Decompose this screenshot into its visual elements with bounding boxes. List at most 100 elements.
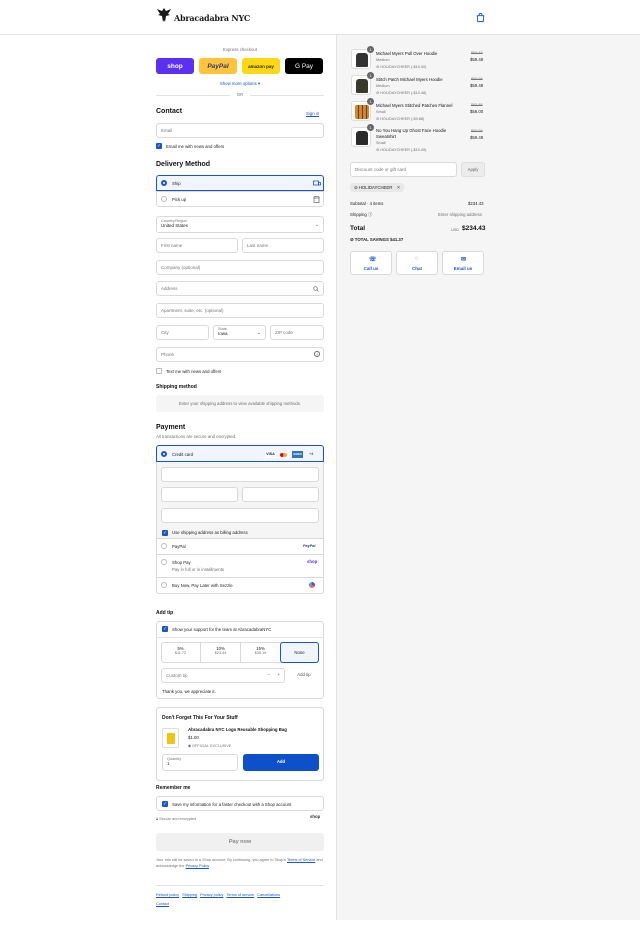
zip-input[interactable]: ZIP code bbox=[270, 325, 324, 340]
apply-button[interactable]: Apply bbox=[461, 162, 485, 177]
credit-card-option[interactable]: Credit card VISA AMEX +4 bbox=[156, 445, 324, 462]
card-expiry-input[interactable] bbox=[161, 487, 238, 502]
item-old-price: $65.88 bbox=[471, 103, 483, 107]
item-name: No You Hang Up Ghost Face Hoodie Sweatsh… bbox=[376, 128, 447, 139]
remember-checkbox[interactable]: ✓ bbox=[162, 801, 168, 807]
privacy-link[interactable]: Privacy Policy bbox=[186, 864, 209, 868]
email-placeholder: Email bbox=[161, 128, 173, 133]
shop-pay-subtitle: Pay in full or in installments bbox=[172, 567, 225, 572]
zip-placeholder: ZIP code bbox=[275, 330, 293, 335]
shop-pay-radio[interactable] bbox=[161, 559, 167, 565]
info-icon[interactable]: ⓘ bbox=[368, 212, 372, 217]
pickup-option[interactable]: Pick up bbox=[156, 191, 324, 207]
city-input[interactable]: City bbox=[156, 325, 209, 340]
shipping-link[interactable]: Shipping bbox=[182, 893, 197, 897]
paypal-option[interactable]: PayPal PayPal bbox=[156, 539, 324, 555]
credit-card-label: Credit card bbox=[172, 452, 194, 457]
shopping-bag-icon[interactable] bbox=[475, 12, 486, 23]
text-news-checkbox[interactable] bbox=[156, 368, 162, 374]
legal-text: Your info will be saved to a Shop accoun… bbox=[156, 857, 324, 869]
upsell-add-button[interactable]: Add bbox=[243, 754, 319, 771]
flannel-image bbox=[355, 105, 369, 119]
contact-link[interactable]: Contact bbox=[156, 902, 169, 906]
refund-policy-link[interactable]: Refund policy bbox=[156, 893, 179, 897]
tip-option-none[interactable]: None bbox=[280, 642, 319, 663]
tip-title: Add tip bbox=[156, 610, 174, 616]
discount-code: HOLIDAYCHEER bbox=[358, 185, 393, 190]
item-discount: ⊘ HOLIDAYCHEER (-$10.49) bbox=[376, 147, 426, 152]
ship-radio[interactable] bbox=[161, 180, 167, 186]
card-number-input[interactable] bbox=[161, 467, 319, 482]
paypal-radio[interactable] bbox=[161, 543, 167, 549]
cancellations-link[interactable]: Cancellations bbox=[257, 893, 280, 897]
apartment-input[interactable]: Apartment, suite, etc. (optional) bbox=[156, 303, 324, 318]
last-name-input[interactable]: Last name bbox=[242, 238, 324, 253]
item-discount: ⊘ HOLIDAYCHEER (-$10.00) bbox=[376, 64, 426, 69]
item-discount: ⊘ HOLIDAYCHEER (-$9.88) bbox=[376, 116, 424, 121]
email-us-button[interactable]: ✉ Email us bbox=[442, 251, 484, 275]
state-select[interactable]: State Iowa ⌄ bbox=[213, 325, 266, 340]
card-cvv-input[interactable] bbox=[242, 487, 319, 502]
close-icon[interactable]: ✕ bbox=[397, 185, 401, 190]
item-quantity: 1 bbox=[367, 46, 374, 53]
custom-tip-input[interactable]: Custom tip − + bbox=[161, 668, 285, 683]
item-discount-text: HOLIDAYCHEER (-$9.88) bbox=[380, 117, 425, 121]
shop-pay-button[interactable]: shop bbox=[156, 58, 194, 74]
ship-option[interactable]: Ship bbox=[156, 175, 324, 191]
upsell-quantity-input[interactable]: Quantity 1 bbox=[162, 754, 238, 771]
address-input[interactable]: Address bbox=[156, 281, 324, 296]
terms-of-service-link[interactable]: Terms of service bbox=[226, 893, 254, 897]
terms-link[interactable]: Terms of Service bbox=[287, 858, 315, 862]
google-pay-label: G Pay bbox=[294, 62, 314, 70]
phone-input[interactable]: Phone ? bbox=[156, 347, 324, 362]
paypal-button[interactable]: PayPal bbox=[199, 58, 237, 74]
add-tip-button[interactable]: Add tip bbox=[289, 668, 319, 683]
company-input[interactable]: Company (optional) bbox=[156, 260, 324, 275]
shop-pay-option[interactable]: Shop Pay Pay in full or in installments … bbox=[156, 555, 324, 578]
card-name-input[interactable] bbox=[161, 508, 319, 523]
currency: USD bbox=[451, 228, 460, 232]
shipping-method-title: Shipping method bbox=[156, 384, 197, 390]
chat-button[interactable]: ◌ Chat bbox=[396, 251, 438, 275]
first-name-input[interactable]: First name bbox=[156, 238, 238, 253]
truck-icon bbox=[313, 180, 321, 186]
secure-note: 🔒︎ Secure and encrypted bbox=[156, 817, 196, 821]
plus-icon[interactable]: + bbox=[277, 672, 280, 677]
google-pay-button[interactable]: G Pay bbox=[285, 58, 323, 74]
email-input[interactable]: Email bbox=[156, 123, 324, 138]
discount-input[interactable]: Discount code or gift card bbox=[350, 162, 457, 177]
privacy-policy-link[interactable]: Privacy policy bbox=[200, 893, 223, 897]
pickup-radio[interactable] bbox=[161, 196, 167, 202]
item-quantity: 1 bbox=[367, 124, 374, 131]
item-name: Stitch Patch Michael Myers Hoodie bbox=[376, 77, 443, 82]
minus-icon[interactable]: − bbox=[267, 672, 270, 677]
tip-option-5[interactable]: 5% $11.72 bbox=[161, 642, 201, 663]
tip-support-checkbox[interactable]: ✓ bbox=[162, 626, 168, 632]
sezzle-option[interactable]: Buy Now, Pay Later with Sezzle bbox=[156, 578, 324, 594]
country-value: United States bbox=[161, 223, 189, 228]
company-placeholder: Company (optional) bbox=[161, 265, 201, 270]
country-select[interactable]: Country/Region United States ⌄ bbox=[156, 216, 324, 233]
chat-label: Chat bbox=[412, 266, 422, 271]
hoodie-image bbox=[356, 131, 368, 145]
amazon-pay-button[interactable]: amazon pay bbox=[242, 58, 280, 74]
brand-logo[interactable]: Abracadabra NYC bbox=[156, 6, 250, 24]
remember-box: ✓ Save my information for a faster check… bbox=[156, 796, 324, 811]
call-us-button[interactable]: ☏ Call us bbox=[350, 251, 392, 275]
paypal-label: PayPal bbox=[207, 62, 229, 70]
show-more-options-link[interactable]: Show more options ▾ bbox=[156, 81, 324, 87]
last-name-placeholder: Last name bbox=[247, 243, 269, 248]
tip-option-10[interactable]: 10% $23.44 bbox=[201, 642, 241, 663]
sign-in-link[interactable]: Sign in bbox=[306, 111, 319, 116]
pay-now-button[interactable]: Pay now bbox=[156, 833, 324, 851]
item-price: $59.48 bbox=[470, 57, 484, 62]
express-checkout-label: Express checkout bbox=[223, 47, 257, 52]
help-icon[interactable]: ? bbox=[314, 351, 320, 357]
remember-label: Save my information for a faster checkou… bbox=[172, 802, 292, 807]
billing-same-checkbox[interactable]: ✓ bbox=[162, 530, 168, 536]
credit-card-radio[interactable] bbox=[161, 451, 167, 457]
sezzle-radio[interactable] bbox=[161, 582, 167, 588]
tip-amount: $35.16 bbox=[254, 651, 267, 655]
tip-option-15[interactable]: 15% $35.16 bbox=[241, 642, 280, 663]
email-news-checkbox[interactable]: ✓ bbox=[156, 143, 162, 149]
